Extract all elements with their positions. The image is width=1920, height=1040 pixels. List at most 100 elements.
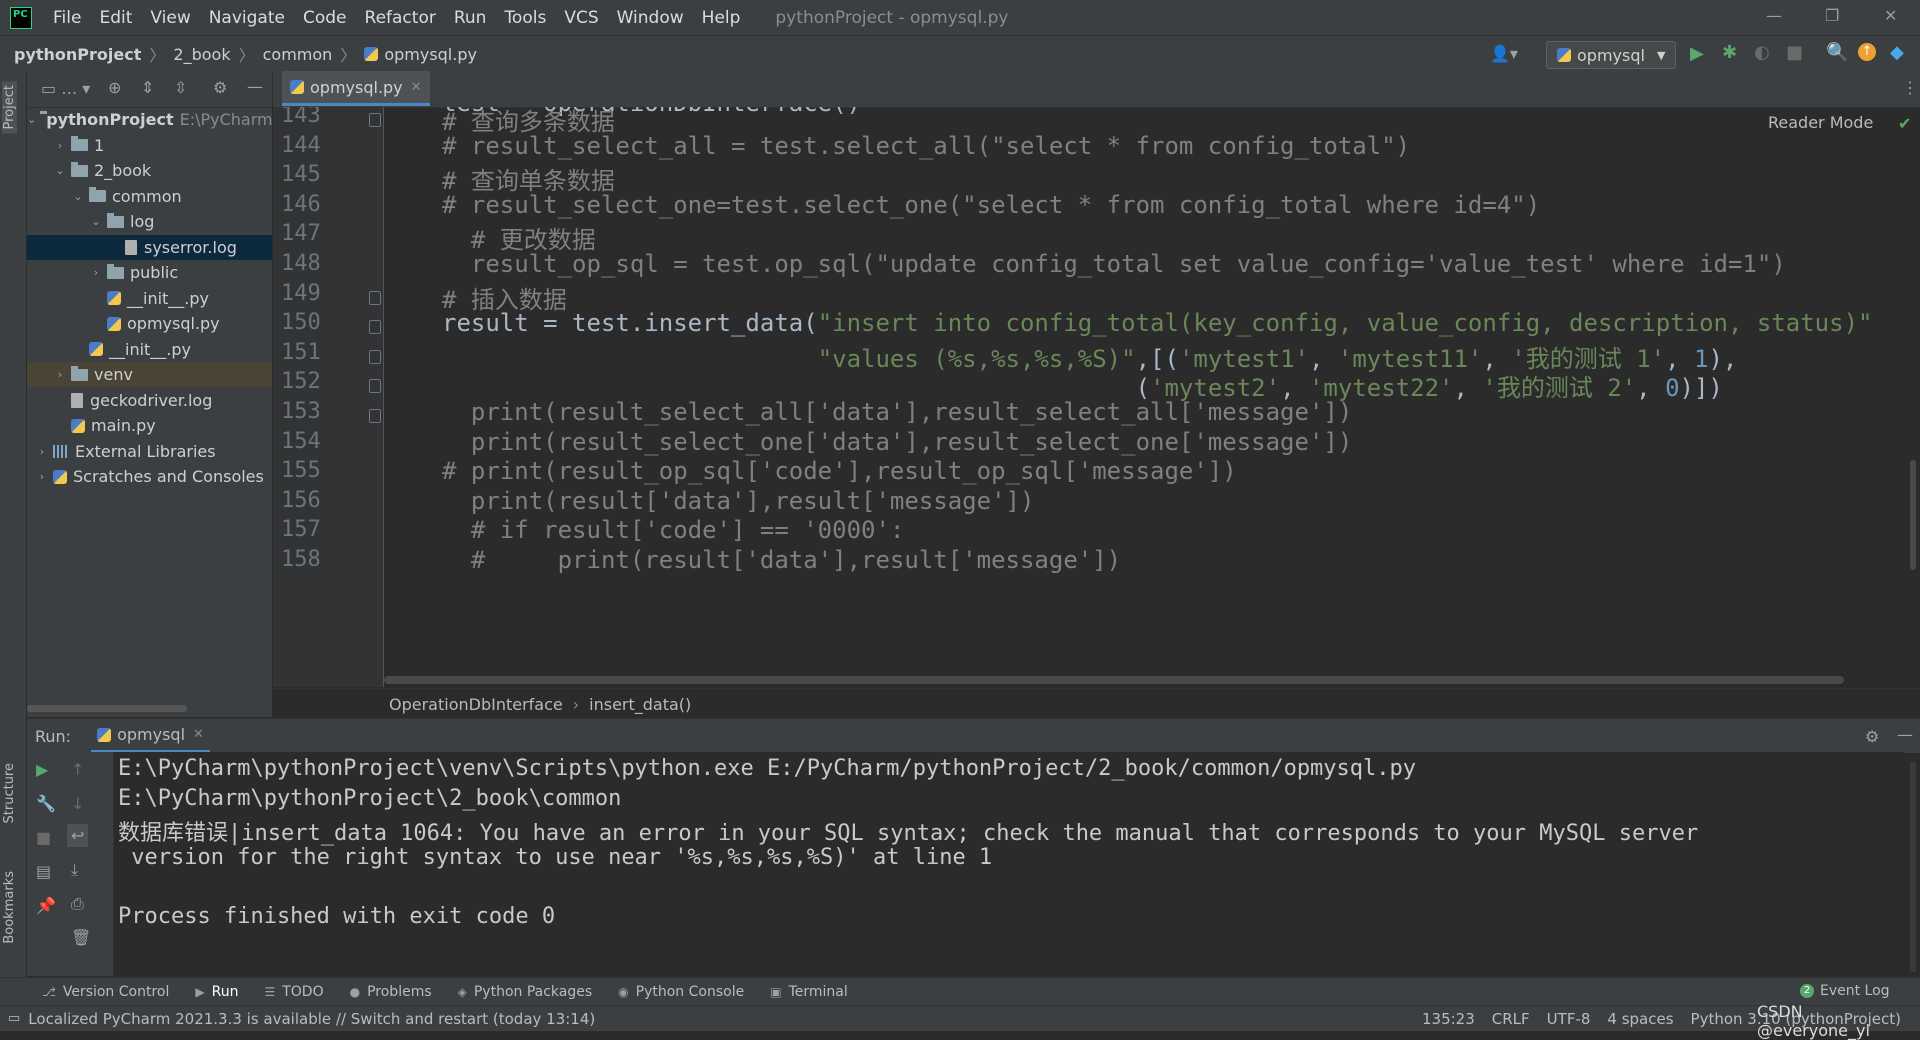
- tool-button-python-console[interactable]: ◉ Python Console: [618, 984, 744, 1000]
- breadcrumb-class[interactable]: OperationDbInterface: [389, 695, 563, 714]
- print-icon[interactable]: ⎙: [71, 894, 84, 914]
- run-tab-opmysql[interactable]: opmysql ✕: [91, 719, 210, 753]
- fold-marker-icon[interactable]: [369, 290, 381, 305]
- project-view-icon[interactable]: ▭ … ▾: [41, 79, 90, 98]
- debug-icon[interactable]: ✱: [1722, 42, 1737, 63]
- scroll-to-end-icon[interactable]: ⤓: [71, 860, 78, 880]
- indent-setting[interactable]: 4 spaces: [1607, 1010, 1673, 1028]
- run-icon[interactable]: ▶: [1690, 43, 1704, 64]
- user-icon[interactable]: 👤▾: [1490, 44, 1518, 63]
- line-separator[interactable]: CRLF: [1492, 1010, 1530, 1028]
- up-arrow-icon[interactable]: ↑: [71, 760, 84, 779]
- minimize-icon[interactable]: —: [1766, 6, 1782, 25]
- tree-item[interactable]: ⌄ log: [27, 209, 272, 234]
- status-message[interactable]: Localized PyCharm 2021.3.3 is available …: [28, 1010, 595, 1028]
- fold-marker-icon[interactable]: [369, 349, 381, 364]
- tool-button-todo[interactable]: ☰ TODO: [264, 984, 323, 1000]
- tree-item[interactable]: › External Libraries: [27, 439, 272, 464]
- chevron-down-icon[interactable]: ⌄: [27, 113, 36, 126]
- update-icon[interactable]: ↑: [1858, 43, 1876, 61]
- event-log-button[interactable]: 2 Event Log: [1800, 983, 1890, 999]
- file-encoding[interactable]: UTF-8: [1547, 1010, 1591, 1028]
- menu-item-vcs[interactable]: VCS: [555, 8, 607, 28]
- soft-wrap-icon[interactable]: ↩: [67, 824, 89, 847]
- tool-button-run[interactable]: ▶ Run: [195, 984, 238, 1000]
- jetbrains-toolbox-icon[interactable]: ◆: [1890, 42, 1904, 63]
- chevron-right-icon[interactable]: ›: [35, 470, 49, 483]
- menu-item-run[interactable]: Run: [445, 8, 496, 28]
- chevron-right-icon[interactable]: ›: [53, 368, 67, 381]
- editor-tab-opmysql[interactable]: opmysql.py ✕: [282, 71, 430, 106]
- tree-item[interactable]: › Scratches and Consoles: [27, 464, 272, 489]
- tree-item[interactable]: geckodriver.log: [27, 388, 272, 413]
- layout-icon[interactable]: ▤: [36, 862, 51, 881]
- notification-icon[interactable]: ▭: [8, 1011, 20, 1026]
- rerun-icon[interactable]: ▶: [36, 760, 48, 779]
- tree-item[interactable]: opmysql.py: [27, 311, 272, 336]
- menu-item-navigate[interactable]: Navigate: [200, 8, 294, 28]
- run-config-select[interactable]: opmysql ▼: [1546, 41, 1676, 69]
- menu-item-edit[interactable]: Edit: [90, 8, 141, 28]
- pin-icon[interactable]: 📌: [36, 896, 56, 915]
- bookmarks-tool-tab[interactable]: Bookmarks: [2, 871, 17, 944]
- close-tab-icon[interactable]: ✕: [193, 727, 204, 742]
- menu-item-refactor[interactable]: Refactor: [356, 8, 445, 28]
- locate-icon[interactable]: ⊕: [108, 78, 121, 97]
- fold-marker-icon[interactable]: [369, 409, 381, 423]
- trash-icon[interactable]: 🗑: [71, 928, 91, 947]
- chevron-right-icon[interactable]: ›: [53, 139, 67, 152]
- tree-item[interactable]: __init__.py: [27, 286, 272, 311]
- caret-position[interactable]: 135:23: [1422, 1010, 1475, 1028]
- run-console[interactable]: E:\PyCharm\pythonProject\venv\Scripts\py…: [114, 752, 1904, 976]
- gear-icon[interactable]: ⚙: [1865, 727, 1879, 746]
- chevron-right-icon[interactable]: ›: [35, 445, 49, 458]
- fold-marker-icon[interactable]: [369, 320, 381, 335]
- stop-icon[interactable]: ■: [36, 828, 51, 847]
- down-arrow-icon[interactable]: ↓: [71, 794, 84, 813]
- more-options-icon[interactable]: ⋮: [1902, 78, 1918, 97]
- tree-item[interactable]: › 1: [27, 133, 272, 158]
- breadcrumb-method[interactable]: insert_data(): [589, 695, 691, 714]
- expand-all-icon[interactable]: ⇕: [141, 78, 154, 97]
- search-icon[interactable]: 🔍: [1826, 42, 1848, 63]
- fold-marker-icon[interactable]: [369, 113, 381, 127]
- menu-item-window[interactable]: Window: [608, 8, 693, 28]
- editor-vertical-scrollbar[interactable]: [1910, 460, 1916, 570]
- console-scrollbar[interactable]: [1910, 762, 1916, 972]
- chevron-down-icon[interactable]: ⌄: [71, 190, 85, 203]
- code-editor[interactable]: test = OperationDbInterface() # 查询多条数据# …: [384, 107, 1920, 687]
- project-scrollbar[interactable]: [27, 705, 187, 712]
- tool-button-version-control[interactable]: ⎇ Version Control: [42, 984, 169, 1000]
- tool-button-terminal[interactable]: ▣ Terminal: [770, 984, 848, 1000]
- breadcrumb-file[interactable]: opmysql.py: [384, 45, 477, 64]
- editor-horizontal-scrollbar[interactable]: [384, 676, 1844, 684]
- tree-item[interactable]: ⌄ common: [27, 184, 272, 209]
- stop-icon[interactable]: ■: [1786, 42, 1803, 63]
- tool-button-problems[interactable]: ● Problems: [350, 984, 432, 1000]
- menu-item-code[interactable]: Code: [294, 8, 356, 28]
- close-icon[interactable]: ✕: [1884, 6, 1897, 25]
- menu-item-file[interactable]: File: [44, 8, 90, 28]
- breadcrumb-project[interactable]: pythonProject: [14, 45, 141, 64]
- tree-item[interactable]: main.py: [27, 413, 272, 438]
- breadcrumb-folder[interactable]: 2_book: [173, 45, 230, 64]
- tree-item[interactable]: ⌄ pythonProject E:\PyCharm: [27, 107, 273, 132]
- menu-item-view[interactable]: View: [141, 8, 199, 28]
- chevron-down-icon[interactable]: ⌄: [53, 164, 67, 177]
- tree-item[interactable]: syserror.log: [27, 234, 272, 260]
- menu-item-help[interactable]: Help: [693, 8, 750, 28]
- close-tab-icon[interactable]: ✕: [411, 80, 422, 95]
- tree-item[interactable]: › public: [27, 260, 272, 285]
- project-tool-tab[interactable]: Project: [2, 81, 17, 134]
- tree-item[interactable]: ⌄ 2_book: [27, 158, 272, 183]
- restore-icon[interactable]: ❐: [1825, 6, 1839, 25]
- hide-icon[interactable]: —: [247, 77, 263, 96]
- chevron-right-icon[interactable]: ›: [89, 266, 103, 279]
- hide-icon[interactable]: —: [1897, 725, 1913, 744]
- wrench-icon[interactable]: 🔧: [36, 794, 56, 813]
- gear-icon[interactable]: ⚙: [213, 78, 227, 97]
- tool-button-python-packages[interactable]: ◈ Python Packages: [458, 984, 593, 1000]
- chevron-down-icon[interactable]: ⌄: [89, 215, 103, 228]
- fold-marker-icon[interactable]: [369, 379, 381, 394]
- coverage-icon[interactable]: ◐: [1754, 42, 1770, 63]
